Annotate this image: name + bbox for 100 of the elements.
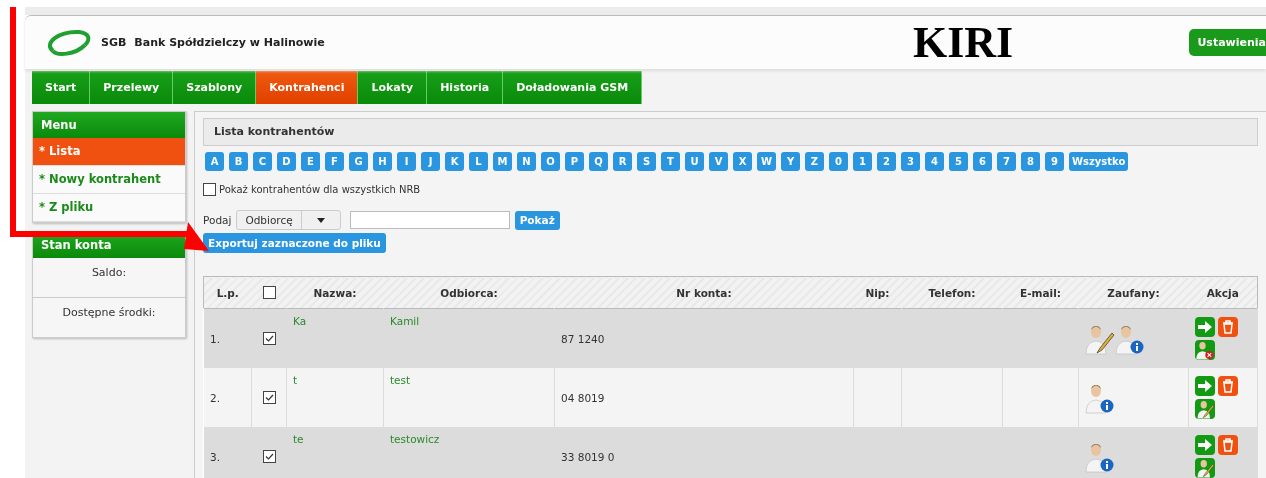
- letter-button[interactable]: H: [373, 152, 392, 171]
- person-remove-button[interactable]: [1195, 340, 1215, 360]
- letter-button[interactable]: Wszystko: [1069, 152, 1129, 171]
- letter-button[interactable]: G: [349, 152, 368, 171]
- menu-item[interactable]: * Nowy kontrahent: [33, 166, 185, 194]
- letter-button[interactable]: J: [421, 152, 440, 171]
- letter-button[interactable]: 7: [997, 152, 1016, 171]
- search-label: Podaj: [203, 214, 232, 226]
- column-header: Telefon:: [928, 286, 976, 299]
- letter-button[interactable]: T: [661, 152, 680, 171]
- letter-button[interactable]: A: [205, 152, 224, 171]
- arrow-icon: [1198, 321, 1212, 333]
- letter-button[interactable]: B: [229, 152, 248, 171]
- column-header: Nazwa:: [313, 286, 357, 299]
- letter-button[interactable]: P: [565, 152, 584, 171]
- letter-button[interactable]: S: [637, 152, 656, 171]
- letter-button[interactable]: E: [301, 152, 320, 171]
- letter-button[interactable]: N: [517, 152, 536, 171]
- letter-button[interactable]: Q: [589, 152, 608, 171]
- letter-button[interactable]: R: [613, 152, 632, 171]
- menu-item[interactable]: * Z pliku: [33, 194, 185, 222]
- nav-tab[interactable]: Przelewy: [90, 71, 174, 104]
- contact-name-link[interactable]: te: [293, 433, 304, 445]
- person-edit-button[interactable]: [1195, 458, 1215, 478]
- letter-button[interactable]: 6: [973, 152, 992, 171]
- delete-button[interactable]: [1218, 435, 1238, 455]
- logo-text: SGB: [101, 36, 127, 49]
- contact-name-link[interactable]: Ka: [293, 315, 307, 327]
- app-title: KIRI: [912, 17, 1014, 68]
- letter-button[interactable]: D: [277, 152, 296, 171]
- column-header: Odbiorca:: [440, 286, 498, 299]
- letter-button[interactable]: L: [469, 152, 488, 171]
- letter-button[interactable]: M: [493, 152, 512, 171]
- letter-button[interactable]: 5: [949, 152, 968, 171]
- table-cell: 1.: [210, 332, 221, 345]
- column-header: Nip:: [865, 286, 890, 299]
- column-header: L.p.: [203, 276, 252, 309]
- delete-button[interactable]: [1218, 376, 1238, 396]
- table-cell: 3.: [210, 450, 221, 463]
- recipient-link[interactable]: Kamil: [390, 315, 420, 327]
- nav-tab[interactable]: Szablony: [173, 71, 257, 104]
- trash-icon: [1222, 379, 1234, 393]
- nav-tab[interactable]: Doładowania GSM: [503, 71, 643, 104]
- nav-tab[interactable]: Kontrahenci: [256, 71, 359, 104]
- checkbox[interactable]: [262, 286, 276, 300]
- show-button[interactable]: Pokaż: [514, 210, 560, 230]
- export-button[interactable]: Exportuj zaznaczone do pliku: [203, 233, 386, 253]
- checkbox[interactable]: [262, 332, 276, 346]
- letter-button[interactable]: V: [709, 152, 728, 171]
- available-funds-label: Dostępne środki:: [62, 306, 156, 319]
- column-header: Nr konta:: [676, 286, 732, 299]
- account-number: 04 8019: [561, 391, 605, 404]
- balance-label: Saldo:: [91, 266, 127, 279]
- checkbox[interactable]: [262, 450, 276, 464]
- delete-button[interactable]: [1218, 317, 1238, 337]
- letter-button[interactable]: U: [685, 152, 704, 171]
- letter-button[interactable]: I: [397, 152, 416, 171]
- settings-button[interactable]: Ustawienia: [1189, 29, 1266, 56]
- column-header: Akcja: [1206, 286, 1239, 299]
- bank-name: Bank Spółdzielczy w Halinowie: [134, 36, 325, 49]
- arrow-button[interactable]: [1195, 317, 1215, 337]
- person-edit-button[interactable]: [1195, 399, 1215, 419]
- menu-header: Menu: [33, 112, 185, 138]
- menu-item[interactable]: * Lista: [33, 138, 185, 166]
- caret-icon: [316, 217, 325, 223]
- letter-button[interactable]: O: [541, 152, 560, 171]
- letter-button[interactable]: 2: [877, 152, 896, 171]
- nav-tab[interactable]: Lokaty: [358, 71, 428, 104]
- nav-tab[interactable]: Historia: [427, 71, 504, 104]
- checkbox[interactable]: [262, 391, 276, 405]
- trash-icon: [1222, 438, 1234, 452]
- letter-button[interactable]: C: [253, 152, 272, 171]
- arrow-icon: [1198, 439, 1212, 451]
- arrow-button[interactable]: [1195, 435, 1215, 455]
- letter-button[interactable]: 9: [1045, 152, 1064, 171]
- account-number: 33 8019 0: [561, 450, 615, 463]
- letter-button[interactable]: K: [445, 152, 464, 171]
- arrow-button[interactable]: [1195, 376, 1215, 396]
- letter-button[interactable]: 3: [901, 152, 920, 171]
- letter-button[interactable]: 4: [925, 152, 944, 171]
- letter-button[interactable]: Y: [781, 152, 800, 171]
- recipient-link[interactable]: testowicz: [390, 433, 440, 445]
- letter-button[interactable]: Z: [805, 152, 824, 171]
- search-field[interactable]: [349, 211, 510, 229]
- arrow-icon: [1198, 380, 1212, 392]
- letter-button[interactable]: W: [757, 152, 776, 171]
- panel-title: Lista kontrahentów: [203, 118, 1258, 146]
- recipient-link[interactable]: test: [390, 374, 411, 386]
- trash-icon: [1222, 320, 1234, 334]
- nav-tab[interactable]: Start: [32, 71, 91, 104]
- letter-button[interactable]: F: [325, 152, 344, 171]
- checkbox[interactable]: [203, 183, 216, 196]
- field-dropdown[interactable]: Odbiorcę: [236, 210, 341, 230]
- letter-button[interactable]: 0: [829, 152, 848, 171]
- letter-button[interactable]: X: [733, 152, 752, 171]
- bank-logo: [45, 28, 93, 57]
- letter-button[interactable]: 1: [853, 152, 872, 171]
- letter-button[interactable]: 8: [1021, 152, 1040, 171]
- contact-name-link[interactable]: t: [293, 374, 298, 386]
- column-header: E-mail:: [1020, 286, 1061, 299]
